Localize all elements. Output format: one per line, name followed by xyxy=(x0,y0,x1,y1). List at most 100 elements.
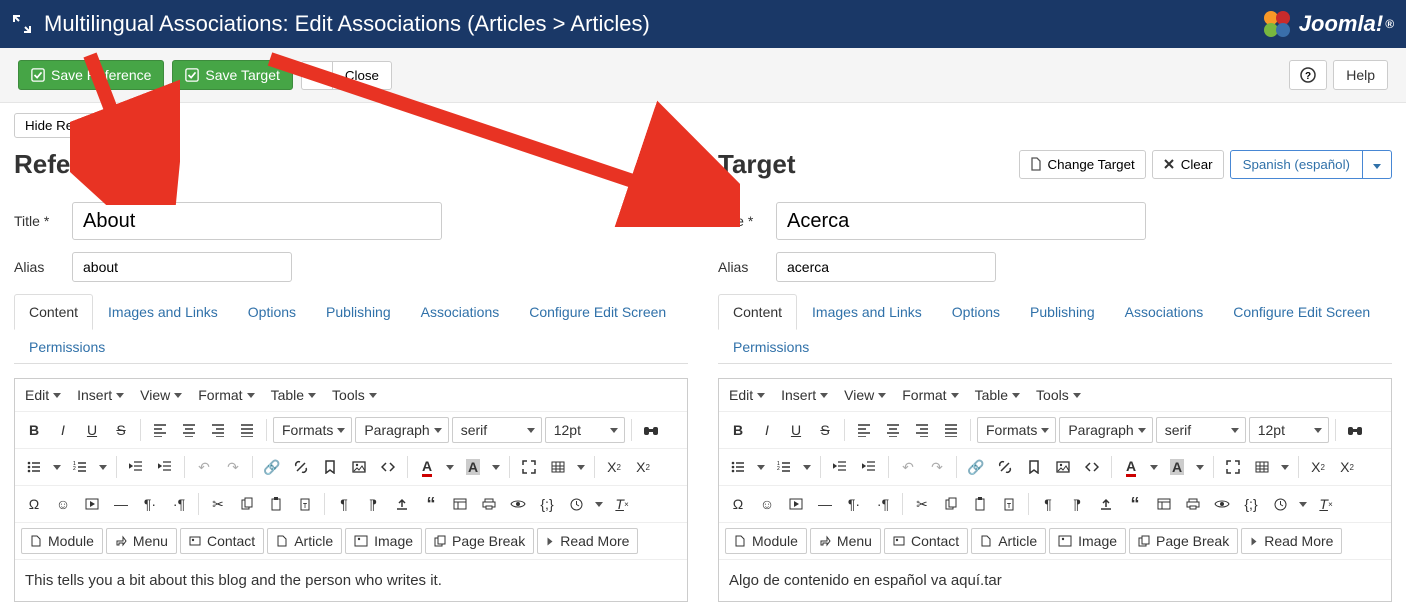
cms-module-button[interactable]: Module xyxy=(725,528,807,554)
fontfamily-select[interactable]: serif xyxy=(1156,417,1246,443)
change-target-button[interactable]: Change Target xyxy=(1019,150,1146,179)
cms-pagebreak-button[interactable]: Page Break xyxy=(1129,528,1238,554)
tab-publishing[interactable]: Publishing xyxy=(1015,294,1110,330)
paragraph-select[interactable]: Paragraph xyxy=(1059,417,1152,443)
datetime-caret[interactable] xyxy=(592,491,606,517)
text-color-caret[interactable] xyxy=(1147,454,1161,480)
menu-table[interactable]: Table xyxy=(271,387,316,403)
indent-button[interactable] xyxy=(856,454,882,480)
cms-image-button[interactable]: Image xyxy=(1049,528,1126,554)
unlink-button[interactable] xyxy=(992,454,1018,480)
paste-text-button[interactable]: T xyxy=(292,491,318,517)
print-button[interactable] xyxy=(476,491,502,517)
save-target-button[interactable]: Save Target xyxy=(172,60,292,90)
bg-color-caret[interactable] xyxy=(489,454,503,480)
cut-button[interactable]: ✂ xyxy=(205,491,231,517)
table-button[interactable] xyxy=(1249,454,1275,480)
numbered-list-button[interactable]: 12 xyxy=(67,454,93,480)
menu-edit[interactable]: Edit xyxy=(729,387,765,403)
media-button[interactable] xyxy=(79,491,105,517)
italic-button[interactable]: I xyxy=(50,417,76,443)
clear-formatting-button[interactable]: T× xyxy=(1313,491,1339,517)
close-button[interactable]: Close xyxy=(332,61,392,90)
clear-formatting-button[interactable]: T× xyxy=(609,491,635,517)
pilcrow-rtl-button[interactable]: ¶ xyxy=(1064,491,1090,517)
numbered-list-caret[interactable] xyxy=(96,454,110,480)
table-caret[interactable] xyxy=(574,454,588,480)
insert-image-button[interactable] xyxy=(346,454,372,480)
bg-color-button[interactable]: A xyxy=(1164,454,1190,480)
clear-button[interactable]: Clear xyxy=(1152,150,1224,179)
unlink-button[interactable] xyxy=(288,454,314,480)
paragraph-select[interactable]: Paragraph xyxy=(355,417,448,443)
align-justify-button[interactable] xyxy=(938,417,964,443)
tab-options[interactable]: Options xyxy=(937,294,1015,330)
tab-associations[interactable]: Associations xyxy=(406,294,515,330)
help-icon-button[interactable]: ? xyxy=(1289,60,1327,90)
cms-contact-button[interactable]: Contact xyxy=(884,528,968,554)
hr-button[interactable]: — xyxy=(812,491,838,517)
hide-reference-button[interactable]: Hide Reference xyxy=(14,113,129,138)
emoji-button[interactable]: ☺ xyxy=(50,491,76,517)
datetime-caret[interactable] xyxy=(1296,491,1310,517)
paste-button[interactable] xyxy=(263,491,289,517)
cut-button[interactable]: ✂ xyxy=(909,491,935,517)
text-color-button[interactable]: A xyxy=(414,454,440,480)
subscript-button[interactable]: X2 xyxy=(601,454,627,480)
bookmark-button[interactable] xyxy=(1021,454,1047,480)
target-editor-body[interactable]: Algo de contenido en español va aquí.tar xyxy=(719,560,1391,601)
save-reference-button[interactable]: Save Reference xyxy=(18,60,164,90)
subscript-button[interactable]: X2 xyxy=(1305,454,1331,480)
cms-pagebreak-button[interactable]: Page Break xyxy=(425,528,534,554)
target-title-input[interactable] xyxy=(776,202,1146,240)
preview-button[interactable] xyxy=(1209,491,1235,517)
menu-view[interactable]: View xyxy=(844,387,886,403)
align-center-button[interactable] xyxy=(176,417,202,443)
language-select-caret[interactable] xyxy=(1363,150,1392,179)
reference-title-input[interactable] xyxy=(72,202,442,240)
print-button[interactable] xyxy=(1180,491,1206,517)
align-left-button[interactable] xyxy=(147,417,173,443)
cms-module-button[interactable]: Module xyxy=(21,528,103,554)
table-button[interactable] xyxy=(545,454,571,480)
align-right-button[interactable] xyxy=(909,417,935,443)
cms-menu-button[interactable]: Menu xyxy=(106,528,177,554)
menu-table[interactable]: Table xyxy=(975,387,1020,403)
cms-article-button[interactable]: Article xyxy=(971,528,1046,554)
copy-button[interactable] xyxy=(938,491,964,517)
copy-button[interactable] xyxy=(234,491,260,517)
help-button[interactable]: Help xyxy=(1333,60,1388,90)
insert-image-button[interactable] xyxy=(1050,454,1076,480)
outdent-button[interactable] xyxy=(827,454,853,480)
specialchar-button[interactable]: Ω xyxy=(21,491,47,517)
fullscreen-toggle-icon[interactable] xyxy=(12,14,32,34)
formats-select[interactable]: Formats xyxy=(273,417,352,443)
text-color-caret[interactable] xyxy=(443,454,457,480)
bg-color-button[interactable]: A xyxy=(460,454,486,480)
binoculars-icon[interactable] xyxy=(638,417,664,443)
close-button-icon-part[interactable] xyxy=(301,61,332,90)
source-code-button[interactable] xyxy=(1079,454,1105,480)
paste-button[interactable] xyxy=(967,491,993,517)
formats-select[interactable]: Formats xyxy=(977,417,1056,443)
target-alias-input[interactable] xyxy=(776,252,996,282)
text-color-button[interactable]: A xyxy=(1118,454,1144,480)
cms-article-button[interactable]: Article xyxy=(267,528,342,554)
tab-permissions[interactable]: Permissions xyxy=(718,329,824,364)
binoculars-icon[interactable] xyxy=(1342,417,1368,443)
insertdatetime-button[interactable] xyxy=(1267,491,1293,517)
tab-content[interactable]: Content xyxy=(14,294,93,330)
strikethrough-button[interactable]: S xyxy=(812,417,838,443)
align-center-button[interactable] xyxy=(880,417,906,443)
blockquote-button[interactable]: “ xyxy=(1122,491,1148,517)
tab-content[interactable]: Content xyxy=(718,294,797,330)
redo-button[interactable]: ↷ xyxy=(924,454,950,480)
menu-tools[interactable]: Tools xyxy=(332,387,377,403)
strikethrough-button[interactable]: S xyxy=(108,417,134,443)
insertdatetime-button[interactable] xyxy=(563,491,589,517)
undo-button[interactable]: ↶ xyxy=(895,454,921,480)
paste-text-button[interactable]: T xyxy=(996,491,1022,517)
outdent-button[interactable] xyxy=(123,454,149,480)
cms-contact-button[interactable]: Contact xyxy=(180,528,264,554)
cms-menu-button[interactable]: Menu xyxy=(810,528,881,554)
